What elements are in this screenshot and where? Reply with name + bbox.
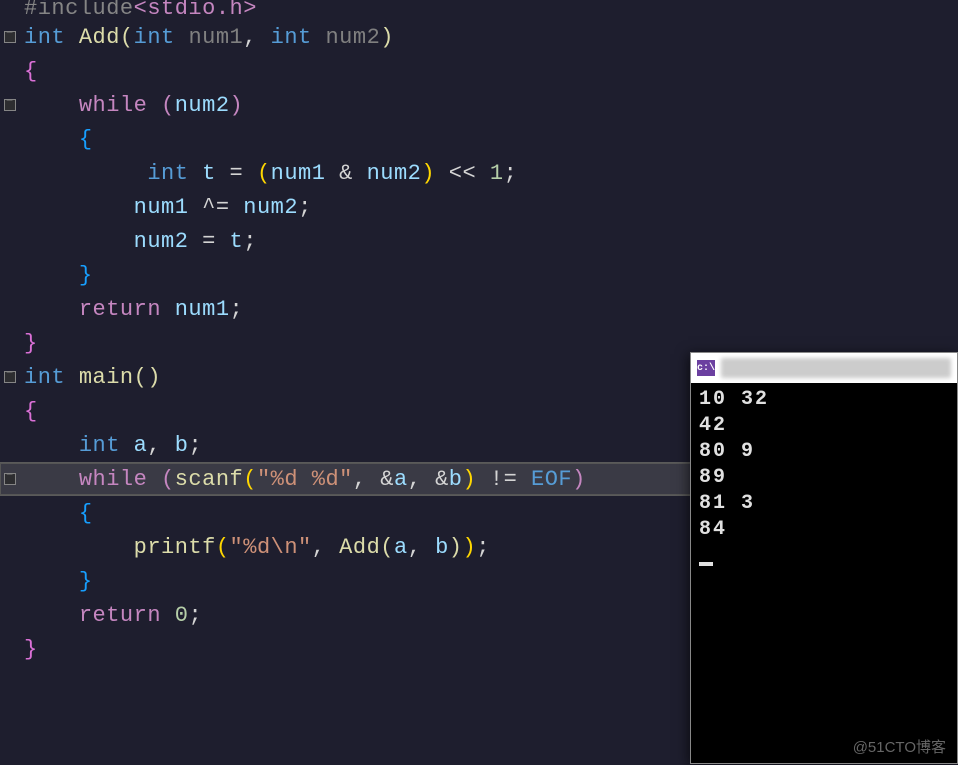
brace: { xyxy=(24,59,38,84)
function-name: Add xyxy=(79,25,120,50)
variable: b xyxy=(175,433,189,458)
variable: t xyxy=(202,161,216,186)
code-line[interactable]: num1 ^= num2; xyxy=(0,190,958,224)
brace: { xyxy=(24,399,38,424)
console-output[interactable]: 10 32 42 80 9 89 81 3 84 xyxy=(691,383,957,573)
function-name: main xyxy=(79,365,134,390)
console-cursor xyxy=(699,562,713,566)
brace: } xyxy=(24,637,38,662)
variable: a xyxy=(134,433,148,458)
fold-icon[interactable] xyxy=(4,99,16,111)
function-call: scanf xyxy=(175,467,244,492)
console-line: 81 3 xyxy=(699,491,949,517)
macro: EOF xyxy=(531,467,572,492)
brace: } xyxy=(79,569,93,594)
fold-icon[interactable] xyxy=(4,473,16,485)
preprocessor-token: #include xyxy=(24,0,134,21)
paren: ) xyxy=(421,161,435,186)
keyword: return xyxy=(79,297,161,322)
fold-icon[interactable] xyxy=(4,31,16,43)
paren: ) xyxy=(230,93,244,118)
param: num2 xyxy=(325,25,380,50)
code-line[interactable]: int t = (num1 & num2) << 1; xyxy=(0,156,958,190)
console-line: 80 9 xyxy=(699,439,949,465)
console-title xyxy=(721,358,951,378)
paren: ( xyxy=(161,93,175,118)
string: "%d\n" xyxy=(230,535,312,560)
string: "%d %d" xyxy=(257,467,353,492)
paren: ( xyxy=(257,161,271,186)
number: 1 xyxy=(490,161,504,186)
fold-icon[interactable] xyxy=(4,371,16,383)
paren: ) xyxy=(380,25,394,50)
param: num1 xyxy=(188,25,243,50)
code-line[interactable]: return num1; xyxy=(0,292,958,326)
console-window[interactable]: c:\ 10 32 42 80 9 89 81 3 84 xyxy=(690,352,958,764)
function-call: printf xyxy=(134,535,216,560)
number: 0 xyxy=(175,603,189,628)
watermark: @51CTO博客 xyxy=(853,736,946,757)
code-line[interactable]: #include<stdio.h> xyxy=(0,0,958,20)
keyword: while xyxy=(79,93,148,118)
code-line[interactable]: while (num2) xyxy=(0,88,958,122)
code-line[interactable]: num2 = t; xyxy=(0,224,958,258)
brace: { xyxy=(79,127,93,152)
paren: ( xyxy=(120,25,134,50)
brace: } xyxy=(79,263,93,288)
console-line: 89 xyxy=(699,465,949,491)
code-line[interactable]: { xyxy=(0,122,958,156)
variable: num2 xyxy=(175,93,230,118)
include-file: <stdio.h> xyxy=(134,0,257,21)
code-line[interactable]: { xyxy=(0,54,958,88)
console-line: 42 xyxy=(699,413,949,439)
brace: { xyxy=(79,501,93,526)
type-keyword: int xyxy=(24,25,65,50)
brace: } xyxy=(24,331,38,356)
console-titlebar[interactable]: c:\ xyxy=(691,353,957,383)
console-icon: c:\ xyxy=(697,360,715,376)
console-line: 84 xyxy=(699,517,949,543)
code-line[interactable]: } xyxy=(0,258,958,292)
code-line[interactable]: int Add(int num1, int num2) xyxy=(0,20,958,54)
console-line: 10 32 xyxy=(699,387,949,413)
